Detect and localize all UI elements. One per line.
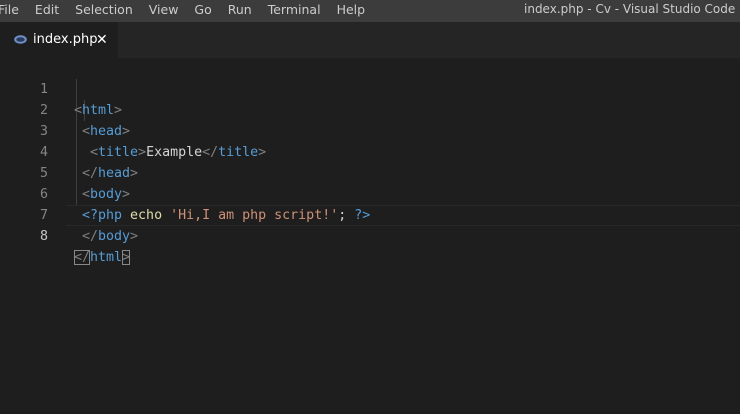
tag-name: body [98, 229, 131, 244]
code-line-3: 3 <title>Example</title> [0, 100, 740, 160]
code-line-4: 4 </head> [0, 121, 740, 181]
bracket: > [130, 229, 139, 244]
bracket-match: > [122, 250, 131, 265]
code-editor[interactable]: 1 <html> 2 <head> 3 <title>Example</titl… [0, 58, 740, 414]
code-line-5: 5 <body> [0, 142, 740, 202]
menu-terminal[interactable]: Terminal [268, 0, 327, 22]
code-line-6: 6 <?php echo 'Hi,I am php script!'; ?> [0, 163, 740, 223]
tab-label: index.php [33, 32, 98, 47]
menu-bar: File Edit Selection View Go Run Terminal… [0, 0, 381, 22]
bracket-match: </ [74, 250, 91, 265]
menu-selection[interactable]: Selection [75, 0, 139, 22]
tag-name: html [90, 250, 123, 265]
line-number: 8 [39, 229, 48, 244]
menu-go[interactable]: Go [194, 0, 217, 22]
code-line-7: 7 </body> [0, 184, 740, 244]
menu-view[interactable]: View [149, 0, 185, 22]
tab-bar: index.php ✕ [0, 22, 740, 58]
php-file-icon [14, 35, 27, 44]
title-bar: File Edit Selection View Go Run Terminal… [0, 0, 740, 22]
code-line-1: 1 <html> [0, 58, 740, 118]
tab-index-php[interactable]: index.php ✕ [0, 22, 118, 58]
code-line-8: 8 </html> [0, 205, 740, 265]
menu-edit[interactable]: Edit [35, 0, 65, 22]
window-title: index.php - Cv - Visual Studio Code [524, 2, 736, 16]
menu-run[interactable]: Run [228, 0, 258, 22]
menu-help[interactable]: Help [337, 0, 372, 22]
bracket: </ [82, 229, 99, 244]
code-line-2: 2 <head> [0, 79, 740, 139]
menu-file[interactable]: File [0, 0, 25, 22]
close-icon[interactable]: ✕ [96, 22, 108, 58]
